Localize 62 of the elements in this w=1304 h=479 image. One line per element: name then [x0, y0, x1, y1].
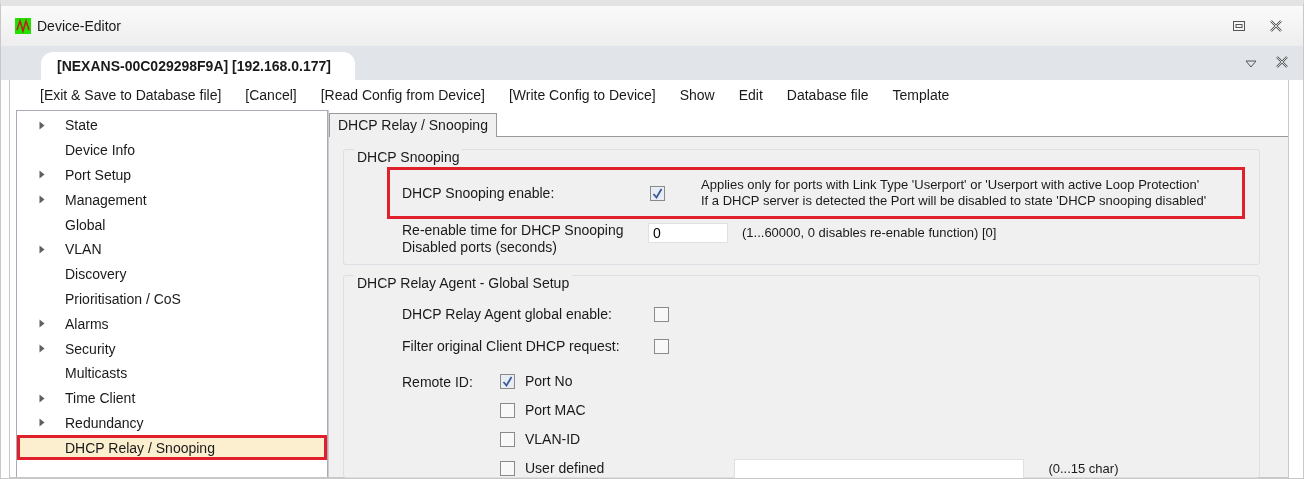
tree-item[interactable]: Port Setup — [17, 162, 327, 188]
checkbox[interactable] — [654, 338, 669, 354]
hint-text: (0...15 char) — [1048, 460, 1119, 476]
toolbar-menu-item[interactable]: [Write Config to Device] — [508, 87, 656, 103]
toolbar-menu-item[interactable]: Edit — [738, 87, 763, 103]
expand-icon[interactable] — [39, 319, 45, 329]
checkbox[interactable] — [500, 402, 515, 418]
tree-item[interactable]: DHCP Relay / Snooping — [17, 435, 327, 461]
tree-item[interactable]: Device Info — [17, 137, 327, 163]
close-icon[interactable] — [1269, 20, 1283, 32]
toolbar-menu-item[interactable]: [Read Config from Device] — [320, 87, 485, 103]
field-label: DHCP Relay Agent global enable: — [402, 306, 613, 322]
document-tab[interactable]: [NEXANS-00C029298F9A] [192.168.0.177] — [41, 52, 355, 80]
expand-icon[interactable] — [39, 418, 45, 428]
tree-item[interactable]: Alarms — [17, 311, 327, 337]
group-title: DHCP Relay Agent - Global Setup — [354, 275, 573, 291]
tree-item[interactable]: Redundancy — [17, 410, 327, 436]
tree-item[interactable]: Multicasts — [17, 360, 327, 386]
toolbar-menu-item[interactable]: Show — [679, 87, 715, 103]
group-title: DHCP Snooping — [354, 149, 463, 165]
tree-item[interactable]: Time Client — [17, 385, 327, 411]
expand-icon[interactable] — [39, 195, 45, 205]
input-field[interactable]: 0 — [648, 223, 728, 243]
tree-item[interactable]: Prioritisation / CoS — [17, 286, 327, 312]
toolbar-menu-item[interactable]: Template — [892, 87, 950, 103]
tree-item[interactable]: State — [17, 113, 327, 138]
field-label: Filter original Client DHCP request: — [402, 338, 621, 354]
checkbox-label: VLAN-ID — [525, 431, 581, 447]
tree-item[interactable]: Discovery — [17, 261, 327, 287]
note-text: If a DHCP server is detected the Port will be disabled to state 'DHCP snooping disabled' — [701, 193, 1207, 209]
content-tab[interactable]: DHCP Relay / Snooping — [329, 113, 497, 137]
window-title: Device-Editor — [37, 18, 122, 34]
note-text: Applies only for ports with Link Type 'Userport' or 'Userport with active Loop Protection' — [701, 177, 1201, 193]
restore-icon[interactable] — [1233, 21, 1245, 31]
field-label: Remote ID: — [402, 374, 474, 392]
checkbox[interactable] — [500, 431, 515, 447]
app-logo-icon — [15, 18, 31, 34]
dropdown-icon[interactable] — [1245, 60, 1257, 68]
field-label: Re-enable time for DHCP Snooping Disabled ports (seconds) — [402, 222, 625, 256]
toolbar-menu-item[interactable]: [Exit & Save to Database file] — [40, 87, 222, 103]
tree-item[interactable]: Global — [17, 212, 327, 237]
toolbar-menu-item[interactable]: Database file — [786, 87, 869, 103]
field-label: DHCP Snooping enable: — [402, 185, 556, 201]
expand-icon[interactable] — [39, 120, 45, 130]
tree-item[interactable]: VLAN — [17, 237, 327, 262]
hint-text: (1...60000, 0 disables re-enable function) [0] — [742, 225, 997, 240]
toolbar-menu-item[interactable]: [Cancel] — [245, 87, 297, 103]
checkbox[interactable] — [500, 373, 515, 389]
expand-icon[interactable] — [39, 244, 45, 254]
close-icon[interactable] — [1275, 56, 1289, 68]
input-field[interactable] — [734, 458, 1025, 478]
checkbox-label: Port No — [525, 373, 573, 389]
expand-icon[interactable] — [39, 170, 45, 180]
checkbox-label: User defined — [525, 460, 605, 476]
tree-item[interactable]: Security — [17, 336, 327, 361]
expand-icon[interactable] — [39, 393, 45, 403]
tree-item[interactable]: Management — [17, 187, 327, 213]
checkbox-label: Port MAC — [525, 402, 586, 418]
checkbox[interactable] — [650, 185, 665, 201]
checkbox[interactable] — [500, 460, 515, 476]
expand-icon[interactable] — [39, 344, 45, 354]
checkbox[interactable] — [654, 306, 669, 322]
